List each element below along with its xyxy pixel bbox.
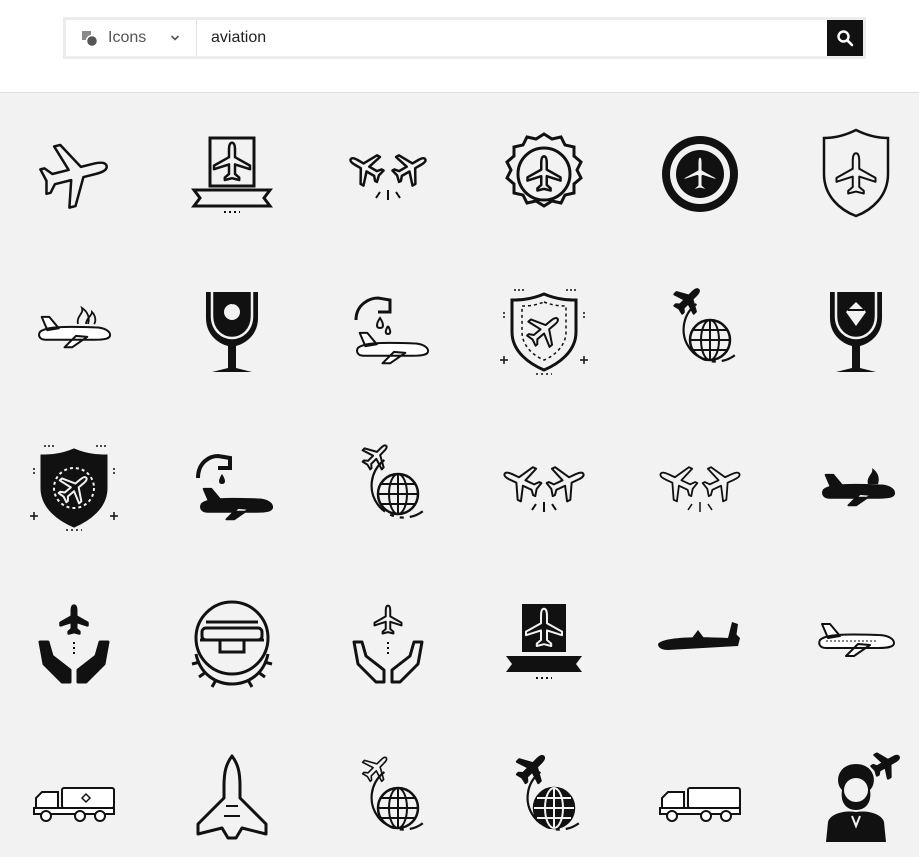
fuel-truck-icon: [33, 787, 115, 822]
military-cargo-plane-icon: [658, 622, 740, 650]
icon-result[interactable]: [336, 122, 440, 226]
search-bar: Icons: [63, 17, 866, 59]
icon-result[interactable]: [180, 590, 284, 694]
plane-hands-outline-icon: [352, 604, 424, 684]
plane-security-shield-icon: [500, 289, 588, 375]
crossed-planes-thin-icon: [659, 466, 741, 512]
asset-type-label: Icons: [108, 29, 147, 46]
icon-result[interactable]: [22, 746, 126, 850]
chevron-down-icon: [170, 35, 180, 41]
icon-result[interactable]: [648, 122, 752, 226]
icon-result[interactable]: [492, 434, 596, 538]
plane-frame-banner-icon: [191, 136, 273, 213]
search-button[interactable]: [827, 20, 863, 56]
plane-badge-solid-icon: [662, 136, 738, 212]
icon-result[interactable]: [22, 590, 126, 694]
icon-result[interactable]: [804, 746, 908, 850]
icon-result[interactable]: [648, 278, 752, 382]
icon-results-grid: [0, 96, 919, 857]
global-flight-outline-icon: [361, 444, 424, 519]
plane-hands-solid-icon: [38, 604, 110, 684]
space-shuttle-icon: [196, 754, 268, 840]
plane-security-shield-solid-icon: [30, 445, 118, 531]
icon-result[interactable]: [648, 746, 752, 850]
plane-crash-fire-icon: [38, 305, 112, 349]
search-icon: [837, 30, 854, 47]
icon-result[interactable]: [22, 278, 126, 382]
fuel-truck-outline-icon: [659, 787, 741, 822]
fragile-glass-diamond-icon: [830, 292, 882, 372]
global-flight-solid-icon: [515, 754, 580, 831]
icon-result[interactable]: [22, 122, 126, 226]
passenger-jet-icon: [818, 623, 895, 657]
plane-crash-solid-icon: [822, 468, 896, 507]
icon-result[interactable]: [22, 434, 126, 538]
icon-result[interactable]: [648, 590, 752, 694]
airplane-outline-icon: [39, 143, 108, 209]
flight-attendant-icon: [826, 752, 900, 842]
icon-result[interactable]: [336, 278, 440, 382]
icon-result[interactable]: [180, 122, 284, 226]
icon-result[interactable]: [180, 278, 284, 382]
icon-result[interactable]: [804, 590, 908, 694]
crossed-planes-outline-icon: [503, 466, 585, 512]
icon-result[interactable]: [804, 434, 908, 538]
icon-result[interactable]: [492, 278, 596, 382]
icon-result[interactable]: [648, 434, 752, 538]
icon-result[interactable]: [336, 746, 440, 850]
crossed-planes-icon: [349, 154, 427, 200]
global-flight-thin-icon: [361, 756, 424, 831]
plane-shield-icon: [822, 128, 890, 218]
icon-result[interactable]: [336, 434, 440, 538]
icon-result[interactable]: [336, 590, 440, 694]
plane-frame-banner-solid-icon: [506, 604, 582, 679]
asset-type-select[interactable]: Icons: [66, 20, 197, 56]
icon-result[interactable]: [180, 746, 284, 850]
fragile-glass-icon: [206, 292, 258, 372]
icon-result[interactable]: [804, 122, 908, 226]
icon-result[interactable]: [492, 746, 596, 850]
plane-refueling-solid-icon: [196, 453, 274, 521]
icon-result[interactable]: [492, 122, 596, 226]
plane-badge-outline-icon: [505, 132, 583, 208]
icon-result[interactable]: [804, 278, 908, 382]
header: Icons: [0, 0, 919, 93]
pilot-wings-emblem-icon: [191, 600, 273, 688]
search-input[interactable]: [197, 20, 827, 56]
icon-result[interactable]: [180, 434, 284, 538]
shapes-icon: [82, 31, 98, 47]
global-flight-icon: [673, 288, 736, 363]
icon-result[interactable]: [492, 590, 596, 694]
plane-refueling-icon: [354, 296, 430, 365]
